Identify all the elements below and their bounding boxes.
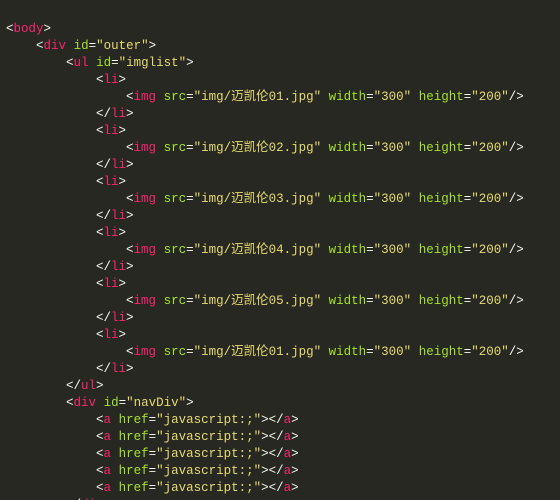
val-navdiv: "navDiv" (126, 396, 186, 410)
attr-id: id (74, 39, 89, 53)
src-5: "img/迈凯伦05.jpg" (194, 294, 322, 308)
tag-ul: ul (74, 56, 89, 70)
code-snippet: <body> <div id="outer"> <ul id="imglist"… (0, 0, 560, 500)
src-6: "img/迈凯伦01.jpg" (194, 345, 322, 359)
src-3: "img/迈凯伦03.jpg" (194, 192, 322, 206)
src-4: "img/迈凯伦04.jpg" (194, 243, 322, 257)
src-2: "img/迈凯伦02.jpg" (194, 141, 322, 155)
val-outer: "outer" (96, 39, 149, 53)
src-1: "img/迈凯伦01.jpg" (194, 90, 322, 104)
tag-div: div (44, 39, 67, 53)
tag-body-open: body (14, 22, 44, 36)
val-imglist: "imglist" (119, 56, 187, 70)
